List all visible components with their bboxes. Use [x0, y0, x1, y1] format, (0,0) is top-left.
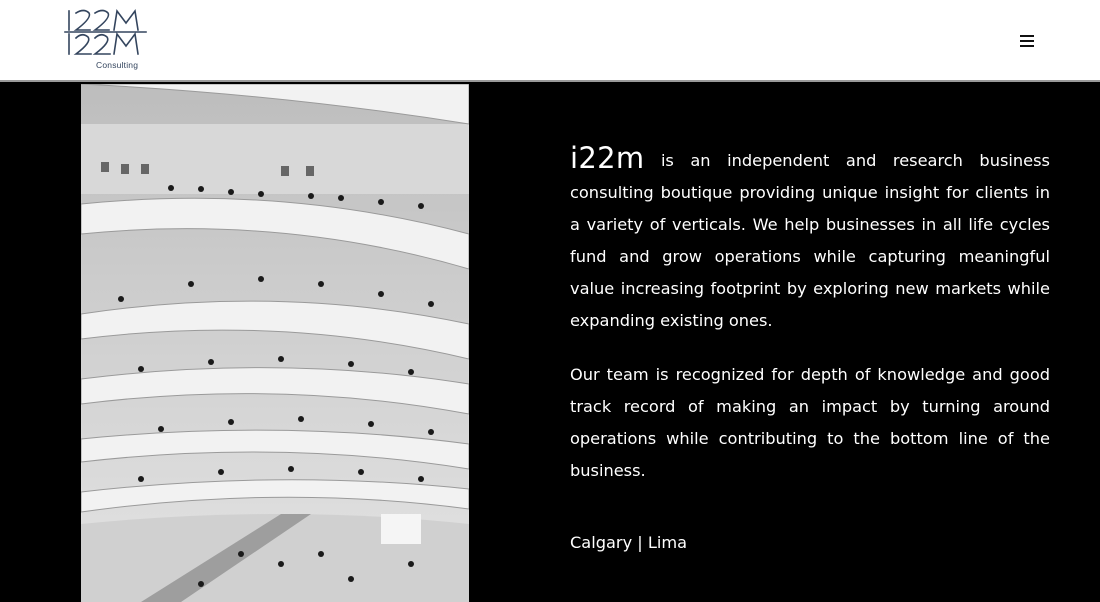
brand-name: i22m [570, 141, 645, 175]
team-paragraph: Our team is recognized for depth of know… [570, 365, 1050, 480]
logo-tagline: Consulting [96, 60, 139, 70]
rotunda-image-icon [81, 84, 469, 602]
hamburger-menu-icon-bar [1020, 45, 1034, 48]
i22m-logo[interactable]: Consulting [62, 8, 154, 74]
locations-text: Calgary | Lima [570, 533, 688, 552]
site-header: Consulting [0, 0, 1100, 82]
intro-paragraph: i22m is an independent and research busi… [570, 142, 1050, 337]
hamburger-menu-button[interactable] [1016, 31, 1040, 51]
hamburger-menu-icon-bar [1020, 40, 1034, 43]
hamburger-menu-icon [1020, 35, 1034, 38]
about-text: i22m is an independent and research busi… [570, 142, 1050, 559]
intro-text: is an independent and research business … [570, 151, 1050, 330]
main-section: i22m is an independent and research busi… [0, 84, 1100, 602]
hero-photo [81, 84, 469, 602]
